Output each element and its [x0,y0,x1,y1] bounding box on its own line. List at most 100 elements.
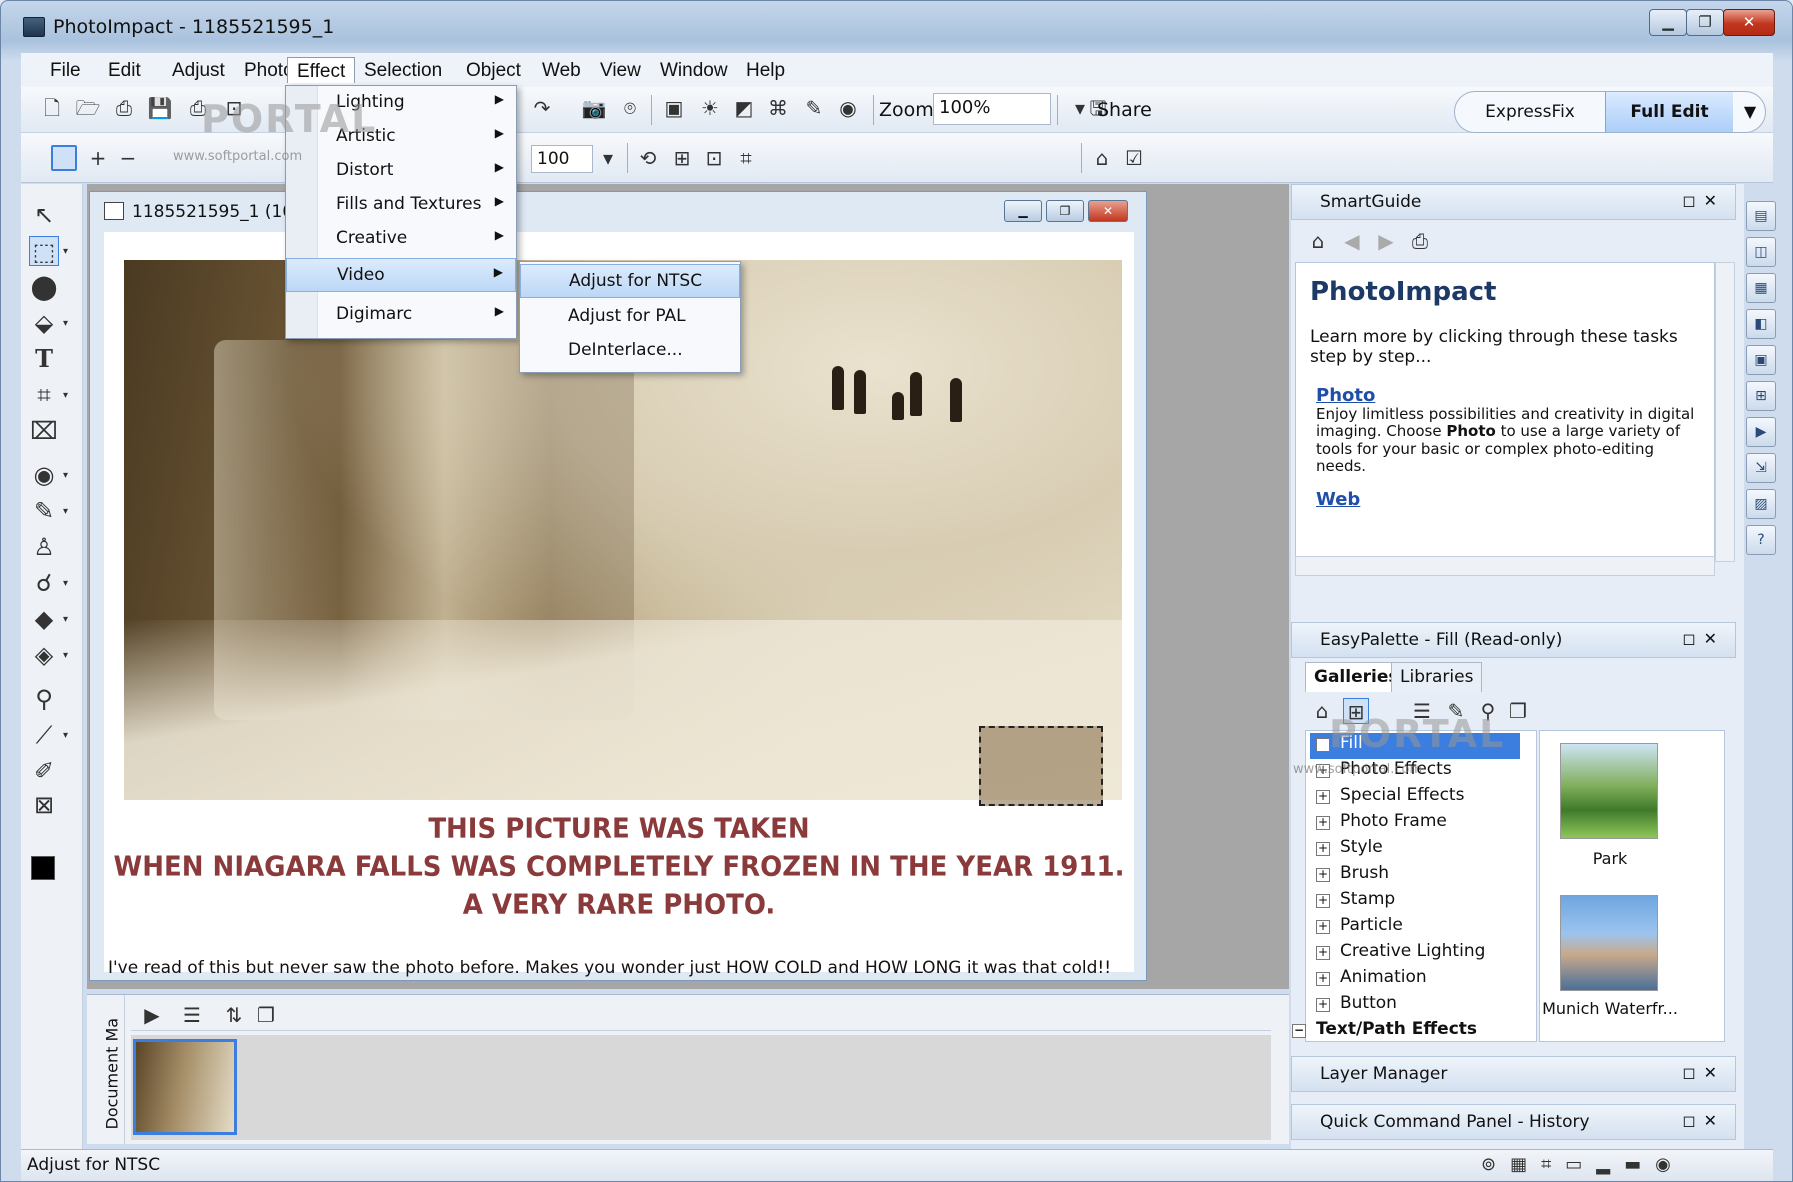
expand-icon[interactable]: + [1316,842,1330,856]
tab-libraries[interactable]: Libraries [1391,662,1483,692]
expand-icon[interactable]: + [1316,738,1330,752]
zoom-tool-icon[interactable]: ⚲ [29,684,59,714]
menu-window[interactable]: Window [651,57,737,83]
view-mode-icon[interactable]: ☰ [179,1002,205,1028]
expressfix-button[interactable]: ExpressFix [1455,92,1605,132]
smartguide-dock-icon[interactable]: ▤ [1746,201,1776,231]
menu-item-fills-and-textures[interactable]: Fills and Textures ▶ [286,188,516,222]
menu-item-creative[interactable]: Creative ▶ [286,222,516,256]
tree-item-animation[interactable]: + Animation [1310,967,1520,993]
tree-item-stamp[interactable]: + Stamp [1310,889,1520,915]
sort-icon[interactable]: ⇅ [221,1002,247,1028]
smartguide-header[interactable]: SmartGuide ◻✕ [1291,184,1736,220]
eyedropper-tool-icon[interactable]: ⟋ [29,720,59,750]
crop-icon[interactable]: ⌗ [733,145,759,171]
expand-icon[interactable]: + [1316,790,1330,804]
stamp-tool-icon[interactable]: ♙ [29,532,59,562]
transform-tool-icon[interactable]: ⌧ [29,416,59,446]
grid-icon[interactable]: ⊞ [669,145,695,171]
photo-link[interactable]: Photo [1316,385,1700,406]
maximize-button[interactable]: ❐ [1686,9,1724,36]
chevron-down-icon[interactable]: ▾ [63,506,68,517]
menu-help[interactable]: Help [737,57,794,83]
color-icon[interactable]: ⌘ [765,95,791,121]
new-file-icon[interactable]: 🗋 [39,95,65,121]
thumbnail-munich-waterfront[interactable] [1560,895,1658,991]
expand-icon[interactable]: + [1316,920,1330,934]
tree-item-photo-frame[interactable]: + Photo Frame [1310,811,1520,837]
eraser-tool-icon[interactable]: ◆ [29,604,59,634]
screen-capture-icon[interactable]: ▣ [661,95,687,121]
text-tool-icon[interactable]: T [29,344,59,374]
zoom-select[interactable]: 100% [933,93,1051,125]
palette-dock-icon[interactable]: ▦ [1746,273,1776,303]
grid-dock-icon[interactable]: ⊞ [1746,381,1776,411]
panel-buttons[interactable]: ◻✕ [1682,191,1725,210]
status-icons[interactable]: ⊚▦⌗▭▂▬◉ [1481,1154,1685,1175]
enhance-icon[interactable]: ✎ [801,95,827,121]
subtract-icon[interactable]: − [115,145,141,171]
brush-tool-icon[interactable]: ✎ [29,496,59,526]
value-input[interactable]: 100 [531,145,593,173]
play-dock-icon[interactable]: ▶ [1746,417,1776,447]
thumbnail-park[interactable] [1560,743,1658,839]
dropdown-arrow-icon[interactable]: ▾ [595,145,621,171]
menu-file[interactable]: File [41,57,90,83]
chevron-down-icon[interactable]: ▾ [63,730,68,741]
open-file-icon[interactable]: 🗁 [75,95,101,121]
filter-icon[interactable]: ◉ [835,95,861,121]
menu-adjust[interactable]: Adjust [163,57,234,83]
select-mode-icon[interactable] [51,145,77,171]
mode-dropdown-icon[interactable]: ▼ [1733,92,1765,132]
pick-tool-icon[interactable]: ↖ [29,200,59,230]
collapse-icon[interactable]: − [1292,1024,1306,1038]
doc-maximize-button[interactable]: ❐ [1046,200,1084,222]
menu-item-video[interactable]: Video ▶ [286,258,516,292]
tone-map-icon[interactable]: ◩ [731,95,757,121]
forward-icon[interactable]: ▶ [1373,228,1399,254]
save-icon[interactable]: 💾 [147,95,173,121]
doc-minimize-button[interactable]: ▁ [1004,200,1042,222]
tree-item-special-effects[interactable]: + Special Effects [1310,785,1520,811]
menu-selection[interactable]: Selection [355,57,451,83]
apply-icon[interactable]: ☑ [1121,145,1147,171]
menu-view[interactable]: View [591,57,650,83]
layer-manager-header[interactable]: Layer Manager ◻✕ [1291,1056,1736,1092]
smartguide-horizontal-scrollbar[interactable] [1295,556,1715,576]
pen-tool-icon[interactable]: ✐ [29,756,59,786]
chevron-down-icon[interactable]: ▾ [63,470,68,481]
chevron-down-icon[interactable]: ▾ [63,650,68,661]
menu-item-adjust-pal[interactable]: Adjust for PAL [520,300,740,334]
menu-item-adjust-ntsc[interactable]: Adjust for NTSC [520,264,740,298]
panel-buttons[interactable]: ◻✕ [1682,1063,1725,1082]
panel-buttons[interactable]: ◻✕ [1682,629,1725,648]
expand-icon[interactable]: + [1316,946,1330,960]
crop-tool-icon[interactable]: ⌗ [29,380,59,410]
doc-close-button[interactable]: ✕ [1088,200,1128,222]
object-dock-icon[interactable]: ▣ [1746,345,1776,375]
full-edit-button[interactable]: Full Edit [1605,92,1733,132]
add-icon[interactable]: + [85,145,111,171]
expand-icon[interactable]: + [1316,972,1330,986]
history-dock-icon[interactable]: ◧ [1746,309,1776,339]
menu-effect[interactable]: Effect [287,57,356,83]
layers-dock-icon[interactable]: ◫ [1746,237,1776,267]
tree-item-style[interactable]: + Style [1310,837,1520,863]
tree-item-creative-lighting[interactable]: + Creative Lighting [1310,941,1520,967]
quick-command-header[interactable]: Quick Command Panel - History ◻✕ [1291,1104,1736,1140]
menu-item-deinterlace[interactable]: DeInterlace... [520,334,740,368]
chevron-down-icon[interactable]: ▾ [63,318,68,329]
path-tool-icon[interactable]: ⊠ [29,790,59,820]
copy-icon[interactable]: ❐ [1505,698,1531,724]
smartguide-vertical-scrollbar[interactable] [1715,262,1735,562]
bucket-tool-icon[interactable]: ⬙ [29,308,59,338]
print-icon[interactable]: ⎙ [1407,228,1433,254]
eye-tool-icon[interactable]: ◉ [29,460,59,490]
transform-icon[interactable]: ⟲ [635,145,661,171]
play-icon[interactable]: ▶ [139,1002,165,1028]
menu-web[interactable]: Web [533,57,590,83]
close-button[interactable]: ✕ [1723,9,1775,36]
tree-item-brush[interactable]: + Brush [1310,863,1520,889]
chevron-down-icon[interactable]: ▾ [63,390,68,401]
scan-icon[interactable]: ⎙ [111,95,137,121]
